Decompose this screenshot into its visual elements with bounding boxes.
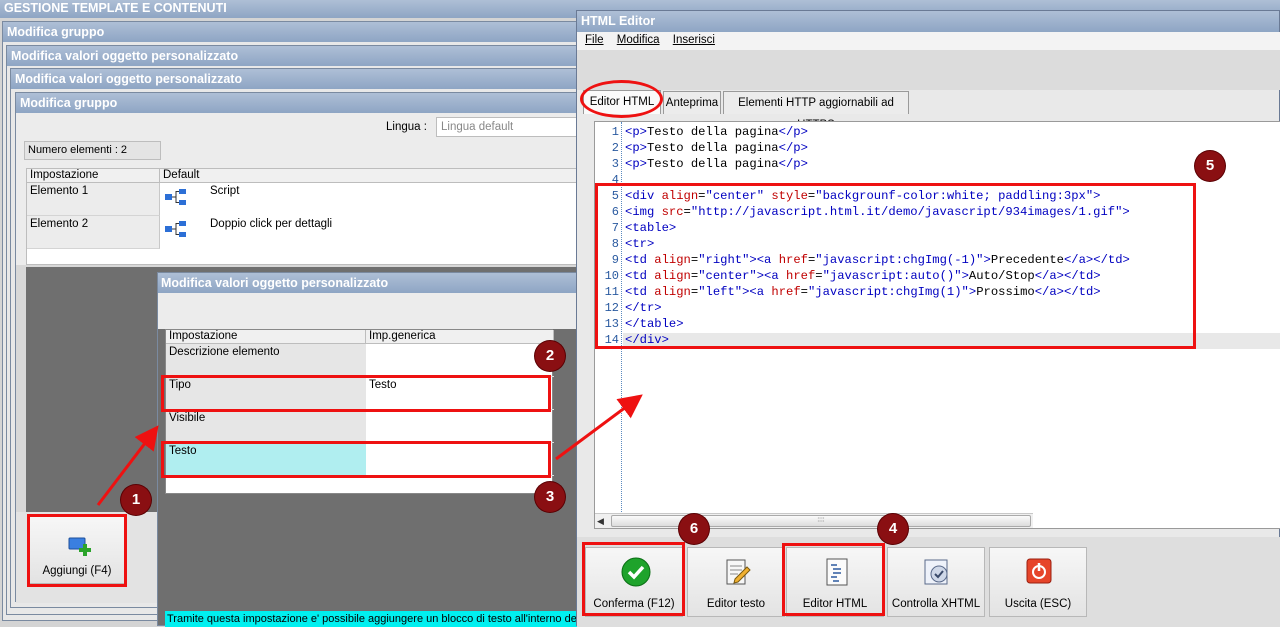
badge-5: 5: [1195, 151, 1225, 181]
badge-3: 3: [535, 482, 565, 512]
badge-2: 2: [535, 341, 565, 371]
arrow-testo-to-editor: [555, 394, 643, 461]
badge-4: 4: [878, 514, 908, 544]
badge-1: 1: [121, 485, 151, 515]
badge-6: 6: [679, 514, 709, 544]
annotation-arrows: [96, 394, 643, 506]
